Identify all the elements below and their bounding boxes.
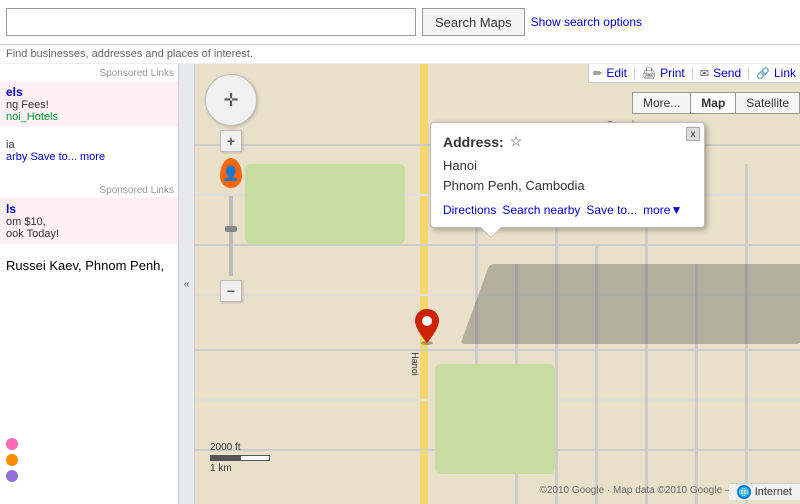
ad2-text2: ook Today! bbox=[6, 228, 174, 240]
satellite-button[interactable]: Satellite bbox=[736, 93, 799, 113]
print-icon: 🖨 bbox=[642, 67, 656, 80]
search-input[interactable]: Hanoi, Phnom Penh, Russei Kaev, Phnom Pe… bbox=[6, 8, 416, 36]
sponsored-label-1: Sponsored Links bbox=[0, 64, 194, 81]
main-layout: Sponsored Links els ng Fees! noi_Hotels … bbox=[0, 64, 800, 504]
dot-orange bbox=[6, 454, 18, 466]
ad2-title[interactable]: ls bbox=[6, 202, 174, 216]
internet-label: Internet bbox=[755, 486, 792, 498]
street-view-icon[interactable]: 👤 bbox=[220, 158, 242, 188]
popup-line2: Phnom Penh, Cambodia bbox=[443, 176, 692, 196]
sidebar-collapse-button[interactable]: « bbox=[178, 64, 194, 504]
zoom-out-button[interactable]: − bbox=[220, 280, 242, 302]
link-icon: 🔗 bbox=[756, 67, 770, 80]
send-link[interactable]: Send bbox=[713, 66, 741, 80]
main-road-vertical bbox=[420, 64, 428, 504]
green-area-1 bbox=[435, 364, 555, 474]
send-icon: ✉ bbox=[700, 67, 709, 80]
star-icon[interactable]: ☆ bbox=[510, 133, 523, 150]
hanoi-road-label: Hanoi bbox=[410, 352, 420, 376]
sep1: | bbox=[633, 66, 636, 80]
status-bar: 🌐 Internet bbox=[729, 483, 800, 500]
sidebar-result-2: Russei Kaev, Phnom Penh, bbox=[0, 254, 194, 277]
sidebar-result-1: ia arby Save to... more bbox=[0, 135, 194, 167]
search-nearby-link[interactable]: Search nearby bbox=[502, 203, 580, 217]
ad1-link[interactable]: noi_Hotels bbox=[6, 111, 174, 123]
link-link[interactable]: Link bbox=[774, 66, 796, 80]
res-links-1: arby Save to... more bbox=[6, 151, 174, 163]
map-canvas: Grand Phnom Penh International City Hano… bbox=[195, 64, 800, 504]
print-link[interactable]: Print bbox=[660, 66, 685, 80]
subheader: Find businesses, addresses and places of… bbox=[0, 45, 800, 64]
popup-address: Hanoi Phnom Penh, Cambodia bbox=[443, 156, 692, 195]
map-container[interactable]: ✏ Edit | 🖨 Print | ✉ Send | 🔗 Link More.… bbox=[195, 64, 800, 504]
ad2-text1: om $10, bbox=[6, 216, 174, 228]
zoom-controls: + 👤 − bbox=[205, 130, 257, 302]
save-to-link[interactable]: Save to... bbox=[586, 203, 637, 217]
internet-icon: 🌐 bbox=[737, 485, 751, 499]
directions-link[interactable]: Directions bbox=[443, 203, 496, 217]
ad1-title[interactable]: els bbox=[6, 85, 174, 99]
green-area-2 bbox=[245, 164, 405, 244]
zoom-in-button[interactable]: + bbox=[220, 130, 242, 152]
sidebar: Sponsored Links els ng Fees! noi_Hotels … bbox=[0, 64, 195, 504]
info-popup: x Address: ☆ Hanoi Phnom Penh, Cambodia … bbox=[430, 122, 705, 228]
scale-ft-label: 2000 ft bbox=[210, 442, 270, 453]
show-search-options-link[interactable]: Show search options bbox=[531, 15, 642, 29]
map-button[interactable]: Map bbox=[691, 93, 736, 113]
ad-block-2: ls om $10, ook Today! bbox=[0, 198, 194, 244]
header: Hanoi, Phnom Penh, Russei Kaev, Phnom Pe… bbox=[0, 0, 800, 45]
dots-row bbox=[0, 436, 24, 484]
scale-bar: 2000 ft 1 km bbox=[210, 442, 270, 474]
dot-pink bbox=[6, 438, 18, 450]
nearby-link[interactable]: arby bbox=[6, 151, 27, 163]
sep2: | bbox=[691, 66, 694, 80]
more-link[interactable]: more bbox=[80, 151, 105, 163]
saveto-link[interactable]: Save to... bbox=[30, 151, 76, 163]
close-button[interactable]: x bbox=[686, 127, 700, 141]
scale-bar-graphic bbox=[210, 455, 270, 461]
zoom-thumb[interactable] bbox=[225, 226, 237, 232]
nav-control[interactable]: ✛ bbox=[205, 74, 257, 126]
road-h-5 bbox=[195, 349, 800, 351]
res-sub-1: ia bbox=[6, 139, 174, 151]
scale-km-label: 1 km bbox=[210, 463, 270, 474]
subheader-text: Find businesses, addresses and places of… bbox=[6, 48, 253, 60]
sponsored-label-2: Sponsored Links bbox=[0, 181, 194, 198]
map-view-buttons: More... Map Satellite bbox=[632, 92, 800, 114]
edit-link[interactable]: Edit bbox=[606, 66, 627, 80]
sidebar-section-2: ia arby Save to... more bbox=[0, 135, 194, 167]
popup-links: Directions Search nearby Save to... more… bbox=[443, 203, 692, 217]
ad-block-1: els ng Fees! noi_Hotels bbox=[0, 81, 194, 127]
search-button[interactable]: Search Maps bbox=[422, 8, 525, 36]
shadow-overlay bbox=[460, 264, 800, 344]
result2-title[interactable]: Russei Kaev, Phnom Penh, bbox=[6, 258, 164, 273]
map-toolbar: ✏ Edit | 🖨 Print | ✉ Send | 🔗 Link bbox=[588, 64, 800, 83]
dot-purple bbox=[6, 470, 18, 482]
nav-arrows-icon: ✛ bbox=[223, 91, 238, 109]
map-controls: ✛ + 👤 − bbox=[205, 74, 257, 302]
more-popup-link[interactable]: more▼ bbox=[643, 203, 682, 217]
ad1-text: ng Fees! bbox=[6, 99, 174, 111]
map-pin[interactable] bbox=[413, 309, 441, 348]
more-button[interactable]: More... bbox=[633, 93, 691, 113]
sep3: | bbox=[747, 66, 750, 80]
scale-line: 2000 ft 1 km bbox=[210, 442, 270, 474]
popup-title: Address: ☆ bbox=[443, 133, 692, 150]
edit-icon: ✏ bbox=[593, 67, 602, 80]
popup-line1: Hanoi bbox=[443, 156, 692, 176]
zoom-slider[interactable] bbox=[229, 196, 233, 276]
